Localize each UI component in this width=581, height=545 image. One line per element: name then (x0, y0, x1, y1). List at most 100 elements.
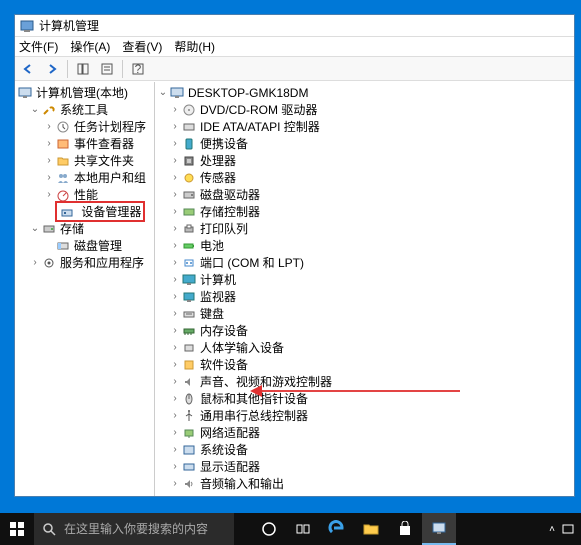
device-label: 计算机 (200, 271, 236, 288)
menu-file[interactable]: 文件(F) (19, 38, 58, 55)
device-category[interactable]: ›鼠标和其他指针设备 (155, 390, 574, 407)
device-category[interactable]: ›人体学输入设备 (155, 339, 574, 356)
tree-root[interactable]: 计算机管理(本地) (15, 84, 154, 101)
start-button[interactable] (0, 513, 34, 545)
properties-button[interactable] (96, 59, 118, 79)
expand-icon[interactable]: › (169, 189, 181, 200)
expand-icon[interactable]: › (43, 172, 55, 183)
expand-icon[interactable]: › (169, 427, 181, 438)
device-category[interactable]: ›存储控制器 (155, 203, 574, 220)
device-category[interactable]: ›打印队列 (155, 220, 574, 237)
expand-icon[interactable]: › (43, 121, 55, 132)
expand-icon[interactable]: › (169, 478, 181, 489)
device-label: 内存设备 (200, 322, 248, 339)
expand-icon[interactable]: › (169, 342, 181, 353)
notification-icon[interactable] (561, 522, 575, 536)
device-category[interactable]: › 处理器 (155, 152, 574, 169)
expand-icon[interactable]: › (169, 138, 181, 149)
tree-storage[interactable]: ⌄ 存储 (15, 220, 154, 237)
device-category[interactable]: ›通用串行总线控制器 (155, 407, 574, 424)
expand-icon[interactable]: › (169, 410, 181, 421)
taskview-button[interactable] (286, 513, 320, 545)
tree-shared-folders[interactable]: › 共享文件夹 (15, 152, 154, 169)
left-tree-pane[interactable]: 计算机管理(本地) ⌄ 系统工具 › 任务计划程序 › 事件查看器 (15, 82, 155, 496)
taskbar[interactable]: ˄ (0, 513, 581, 545)
device-category[interactable]: ›电池 (155, 237, 574, 254)
tray-chevron-icon[interactable]: ˄ (549, 524, 555, 535)
cortana-button[interactable] (252, 513, 286, 545)
device-category[interactable]: ›DVD/CD-ROM 驱动器 (155, 101, 574, 118)
store-button[interactable] (388, 513, 422, 545)
device-label: 处理器 (200, 152, 236, 169)
device-category[interactable]: ›显示适配器 (155, 458, 574, 475)
device-category[interactable]: › IDE ATA/ATAPI 控制器 (155, 118, 574, 135)
expand-icon[interactable]: › (169, 104, 181, 115)
expand-icon[interactable]: › (169, 308, 181, 319)
monitor-icon (181, 290, 197, 304)
tree-system-tools[interactable]: ⌄ 系统工具 (15, 101, 154, 118)
expand-icon[interactable]: › (169, 461, 181, 472)
device-category[interactable]: ›磁盘驱动器 (155, 186, 574, 203)
menu-view[interactable]: 查看(V) (122, 38, 162, 55)
search-input[interactable] (64, 522, 226, 536)
device-category[interactable]: ›软件设备 (155, 356, 574, 373)
ide-icon (181, 120, 197, 134)
device-category[interactable]: ›便携设备 (155, 135, 574, 152)
taskbar-search[interactable] (34, 513, 234, 545)
device-tree-pane[interactable]: ⌄ DESKTOP-GMK18DM ›DVD/CD-ROM 驱动器 › IDE A… (155, 82, 574, 496)
expand-icon[interactable]: › (169, 121, 181, 132)
show-hide-tree-button[interactable] (72, 59, 94, 79)
device-root[interactable]: ⌄ DESKTOP-GMK18DM (155, 84, 574, 101)
device-category[interactable]: ›键盘 (155, 305, 574, 322)
expand-icon[interactable]: › (43, 155, 55, 166)
device-category[interactable]: ›传感器 (155, 169, 574, 186)
device-category[interactable]: › 内存设备 (155, 322, 574, 339)
expand-icon[interactable]: › (29, 257, 41, 268)
expand-icon[interactable]: › (169, 274, 181, 285)
tree-device-manager[interactable]: 设备管理器 (15, 203, 154, 220)
expand-icon[interactable]: › (169, 376, 181, 387)
device-category[interactable]: ›监视器 (155, 288, 574, 305)
expand-icon[interactable]: › (169, 291, 181, 302)
explorer-button[interactable] (354, 513, 388, 545)
collapse-icon[interactable]: ⌄ (157, 87, 169, 98)
menu-action[interactable]: 操作(A) (70, 38, 110, 55)
mmc-button[interactable] (422, 513, 456, 545)
expand-icon[interactable]: › (169, 393, 181, 404)
expand-icon[interactable]: › (169, 223, 181, 234)
forward-button[interactable] (41, 59, 63, 79)
tree-disk-management[interactable]: 磁盘管理 (15, 237, 154, 254)
titlebar[interactable]: 计算机管理 (15, 15, 574, 37)
device-category[interactable]: ›系统设备 (155, 441, 574, 458)
expand-icon[interactable]: › (169, 359, 181, 370)
expand-icon[interactable]: › (169, 240, 181, 251)
expand-icon[interactable]: › (43, 138, 55, 149)
device-category[interactable]: ›声音、视频和游戏控制器 (155, 373, 574, 390)
device-category[interactable]: ›音频输入和输出 (155, 475, 574, 492)
expand-icon[interactable]: › (169, 444, 181, 455)
device-category[interactable]: › 计算机 (155, 271, 574, 288)
expand-icon[interactable]: › (169, 257, 181, 268)
back-button[interactable] (17, 59, 39, 79)
expand-icon[interactable]: › (169, 172, 181, 183)
expand-icon[interactable]: › (169, 206, 181, 217)
expand-icon[interactable]: › (43, 189, 55, 200)
tree-label: 磁盘管理 (74, 237, 122, 254)
device-label: IDE ATA/ATAPI 控制器 (200, 118, 320, 135)
menu-help[interactable]: 帮助(H) (174, 38, 215, 55)
expand-icon[interactable]: › (169, 155, 181, 166)
device-category[interactable]: ›网络适配器 (155, 424, 574, 441)
collapse-icon[interactable]: ⌄ (29, 104, 41, 115)
tree-event-viewer[interactable]: › 事件查看器 (15, 135, 154, 152)
collapse-icon[interactable]: ⌄ (29, 223, 41, 234)
edge-button[interactable] (320, 513, 354, 545)
device-category[interactable]: ›端口 (COM 和 LPT) (155, 254, 574, 271)
tree-task-scheduler[interactable]: › 任务计划程序 (15, 118, 154, 135)
expand-icon[interactable]: › (169, 325, 181, 336)
help-button[interactable]: ? (127, 59, 149, 79)
tree-services-apps[interactable]: › 服务和应用程序 (15, 254, 154, 271)
system-tray[interactable]: ˄ (549, 522, 581, 536)
audio-icon (181, 477, 197, 491)
tree-local-users[interactable]: › 本地用户和组 (15, 169, 154, 186)
network-icon (181, 426, 197, 440)
